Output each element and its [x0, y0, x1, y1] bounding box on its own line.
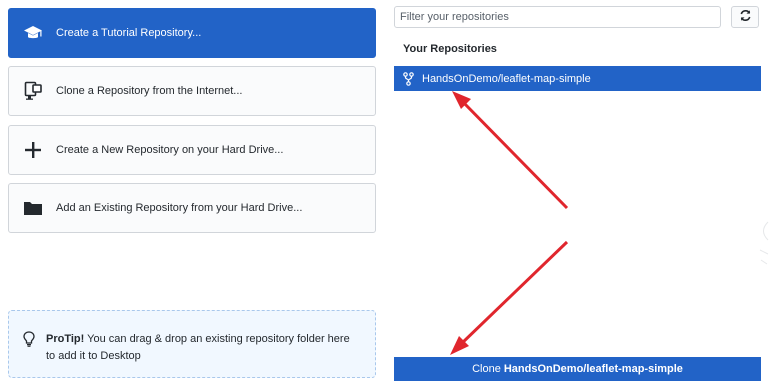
protip-message: You can drag & drop an existing reposito… — [46, 333, 350, 362]
add-existing-repository-button[interactable]: Add an Existing Repository from your Har… — [8, 183, 376, 233]
clone-repository-label: Clone a Repository from the Internet... — [56, 85, 243, 97]
your-repositories-heading: Your Repositories — [403, 43, 497, 55]
add-existing-repository-label: Add an Existing Repository from your Har… — [56, 202, 303, 214]
protip-box: ProTip! You can drag & drop an existing … — [8, 310, 376, 378]
repository-list-item[interactable]: HandsOnDemo/leaflet-map-simple — [394, 66, 761, 91]
folder-icon — [22, 198, 44, 218]
graduation-cap-icon — [22, 23, 44, 43]
create-new-repository-label: Create a New Repository on your Hard Dri… — [56, 144, 284, 156]
repository-name: HandsOnDemo/leaflet-map-simple — [422, 72, 591, 85]
arrow-to-repository — [452, 91, 569, 210]
create-tutorial-repository-label: Create a Tutorial Repository... — [56, 27, 202, 39]
clone-button-repo: HandsOnDemo/leaflet-map-simple — [503, 363, 683, 375]
create-new-repository-button[interactable]: Create a New Repository on your Hard Dri… — [8, 125, 376, 175]
clone-repository-submit-button[interactable]: Clone HandsOnDemo/leaflet-map-simple — [394, 357, 761, 381]
refresh-button[interactable] — [731, 6, 759, 28]
plus-icon — [22, 140, 44, 160]
clone-repository-button[interactable]: Clone a Repository from the Internet... — [8, 66, 376, 116]
sync-icon — [739, 9, 752, 25]
light-bulb-icon — [23, 331, 37, 350]
repo-forked-icon — [403, 71, 415, 86]
device-desktop-icon — [22, 81, 44, 101]
arrow-to-clone-button — [450, 240, 569, 355]
watermark-mark — [759, 221, 769, 265]
protip-text: ProTip! You can drag & drop an existing … — [46, 331, 356, 365]
create-tutorial-repository-button[interactable]: Create a Tutorial Repository... — [8, 8, 376, 58]
clone-button-prefix: Clone — [472, 363, 501, 375]
filter-repositories-input[interactable] — [394, 6, 721, 28]
protip-label: ProTip! — [46, 333, 85, 345]
